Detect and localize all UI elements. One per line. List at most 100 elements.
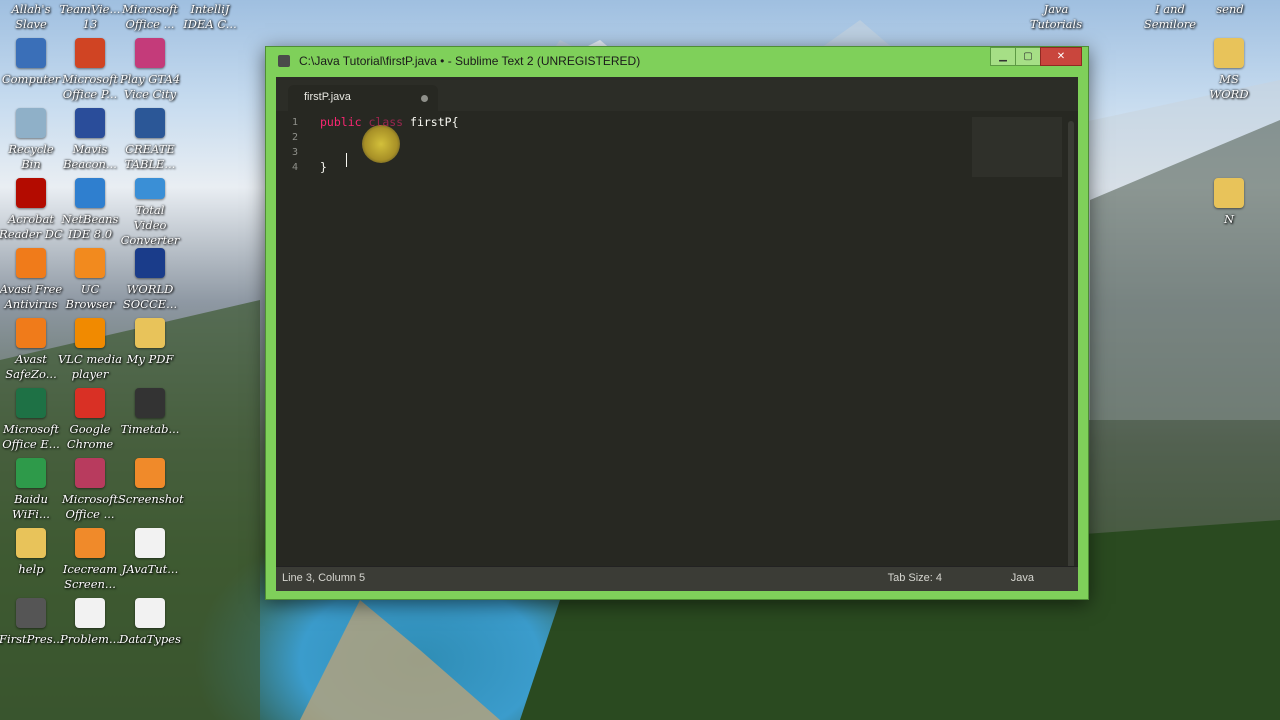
desktop-icon[interactable]: Acrobat Reader DC bbox=[0, 178, 63, 248]
desktop-icon-label: Avast SafeZo... bbox=[5, 352, 57, 381]
desktop-icon[interactable]: Icecream Screen... bbox=[59, 528, 121, 598]
syntax-indicator[interactable]: Java bbox=[1011, 572, 1034, 584]
desktop-icon[interactable]: Microsoft Office E... bbox=[0, 388, 62, 458]
uc-browser-icon bbox=[75, 248, 105, 278]
text-file-icon bbox=[75, 598, 105, 628]
text-file-icon bbox=[135, 598, 165, 628]
chrome-icon bbox=[75, 388, 105, 418]
vertical-scrollbar[interactable] bbox=[1068, 121, 1074, 571]
netbeans-icon bbox=[75, 178, 105, 208]
desktop-icon[interactable]: Problem... bbox=[59, 598, 121, 668]
desktop-icon[interactable]: Microsoft Office P... bbox=[59, 38, 121, 108]
folder-icon bbox=[16, 528, 46, 558]
computer-icon bbox=[16, 38, 46, 68]
mavis-beacon-icon bbox=[75, 108, 105, 138]
editor-area[interactable]: firstP.java 1 2 3 4 public class firstP{… bbox=[276, 77, 1078, 591]
powerpoint-icon bbox=[75, 38, 105, 68]
desktop-icon[interactable]: Total Video Converter bbox=[119, 178, 181, 248]
desktop-icon[interactable]: Allah's Slave bbox=[0, 0, 62, 38]
desktop-icon[interactable]: Recycle Bin bbox=[0, 108, 62, 178]
desktop-icon-intellij-label[interactable]: IntelliJ IDEA C... bbox=[178, 2, 242, 32]
code-line-1: public class firstP{ bbox=[320, 115, 459, 129]
maximize-button[interactable]: ▢ bbox=[1015, 47, 1041, 66]
desktop-icon-label: CREATE TABLE... bbox=[124, 142, 176, 171]
line-number: 2 bbox=[291, 132, 298, 143]
desktop-icon-i-and-semilore-label[interactable]: I and Semilore bbox=[1138, 2, 1202, 32]
desktop-icon[interactable]: Computer bbox=[0, 38, 62, 108]
desktop-icon-label: Timetab... bbox=[120, 422, 180, 436]
desktop-icon[interactable]: FirstPres... bbox=[0, 598, 64, 668]
desktop-icon[interactable]: Avast SafeZo... bbox=[0, 318, 62, 388]
desktop-icon[interactable]: VLC media player bbox=[58, 318, 122, 388]
desktop-icon-label: Icecream Screen... bbox=[62, 562, 118, 591]
desktop-icon-label: Play GTA4 Vice City bbox=[119, 72, 181, 101]
desktop-icon[interactable]: DataTypes bbox=[119, 598, 181, 668]
desktop-icon[interactable]: WORLD SOCCE... bbox=[119, 248, 181, 318]
sublime-text-window[interactable]: C:\Java Tutorial\firstP.java • - Sublime… bbox=[265, 46, 1089, 600]
keyword-class: class bbox=[368, 115, 404, 129]
desktop-icon-ms-word-folder[interactable]: MS WORD bbox=[1198, 38, 1260, 108]
status-bar: Line 3, Column 5 Tab Size: 4 Java bbox=[276, 566, 1078, 591]
icecream-icon bbox=[75, 528, 105, 558]
desktop-icon-label: NetBeans IDE 8.0 bbox=[61, 212, 119, 241]
desktop-icon-label: Acrobat Reader DC bbox=[0, 212, 63, 241]
desktop-icon[interactable]: Microsoft Office ... bbox=[119, 0, 181, 38]
desktop-icon[interactable]: Microsoft Office ... bbox=[59, 458, 121, 528]
video-converter-icon bbox=[135, 178, 165, 199]
unsaved-dot-icon[interactable] bbox=[421, 95, 428, 102]
close-button[interactable]: ✕ bbox=[1040, 47, 1082, 66]
text-cursor bbox=[346, 153, 347, 167]
keyword-public: public bbox=[320, 115, 362, 129]
desktop-icon-label: Baidu WiFi... bbox=[12, 492, 50, 521]
desktop-icon-label: Avast Free Antivirus bbox=[0, 282, 63, 311]
screenshot-icon bbox=[135, 458, 165, 488]
desktop-icon[interactable]: JAvaTut... bbox=[119, 528, 181, 598]
desktop-icon[interactable]: Google Chrome bbox=[59, 388, 121, 458]
acrobat-icon bbox=[16, 178, 46, 208]
desktop-icon[interactable]: Timetab... bbox=[119, 388, 181, 458]
desktop-icon-java-tutorials-label[interactable]: Java Tutorials bbox=[1024, 2, 1088, 32]
desktop-icon[interactable]: Mavis Beacon... bbox=[59, 108, 121, 178]
baidu-wifi-icon bbox=[16, 458, 46, 488]
tab-bar: firstP.java bbox=[276, 77, 1078, 111]
avast-icon bbox=[16, 248, 46, 278]
window-titlebar[interactable]: C:\Java Tutorial\firstP.java • - Sublime… bbox=[266, 47, 1088, 75]
tab-firstp-java[interactable]: firstP.java bbox=[288, 85, 438, 111]
vlc-icon bbox=[75, 318, 105, 348]
avast-safezone-icon bbox=[16, 318, 46, 348]
cursor-highlight bbox=[362, 125, 400, 163]
desktop-icon[interactable]: Play GTA4 Vice City bbox=[119, 38, 181, 108]
recycle-bin-icon bbox=[16, 108, 46, 138]
desktop-icon-label: TeamVie... 13 bbox=[59, 2, 121, 31]
document-icon bbox=[135, 108, 165, 138]
desktop-icon[interactable]: Avast Free Antivirus bbox=[0, 248, 62, 318]
tab-label: firstP.java bbox=[304, 91, 351, 103]
desktop-icon[interactable]: Baidu WiFi... bbox=[0, 458, 62, 528]
line-number: 1 bbox=[291, 117, 298, 128]
desktop-icon-send-label[interactable]: send bbox=[1198, 2, 1262, 17]
minimize-button[interactable]: ▁ bbox=[990, 47, 1016, 66]
cursor-position: Line 3, Column 5 bbox=[282, 572, 366, 584]
desktop-icon-label: DataTypes bbox=[119, 632, 181, 646]
minimap[interactable] bbox=[972, 117, 1062, 177]
desktop-icon[interactable]: NetBeans IDE 8.0 bbox=[59, 178, 121, 248]
soccer-icon bbox=[135, 248, 165, 278]
class-name: firstP{ bbox=[403, 115, 459, 129]
desktop-icon-label: My PDF bbox=[126, 352, 174, 366]
desktop-icon[interactable]: help bbox=[0, 528, 62, 598]
desktop-icon-label: Google Chrome bbox=[66, 422, 114, 451]
desktop-icon-n-folder[interactable]: N bbox=[1198, 178, 1260, 248]
window-title: C:\Java Tutorial\firstP.java • - Sublime… bbox=[299, 54, 641, 68]
desktop-icon-label: FirstPres... bbox=[0, 632, 64, 646]
text-file-icon bbox=[135, 528, 165, 558]
desktop-icon[interactable]: UC Browser bbox=[59, 248, 121, 318]
desktop-icon[interactable]: My PDF bbox=[119, 318, 181, 388]
folder-icon bbox=[1214, 178, 1244, 208]
desktop-icon[interactable]: CREATE TABLE... bbox=[119, 108, 181, 178]
desktop-icon-label: Microsoft Office ... bbox=[61, 492, 119, 521]
desktop-icon[interactable]: TeamVie... 13 bbox=[59, 0, 121, 38]
tab-size-indicator[interactable]: Tab Size: 4 bbox=[888, 572, 942, 584]
desktop-icon[interactable]: Screenshot bbox=[118, 458, 184, 528]
desktop-icon-label: WORLD SOCCE... bbox=[122, 282, 178, 311]
folder-icon bbox=[1214, 38, 1244, 68]
